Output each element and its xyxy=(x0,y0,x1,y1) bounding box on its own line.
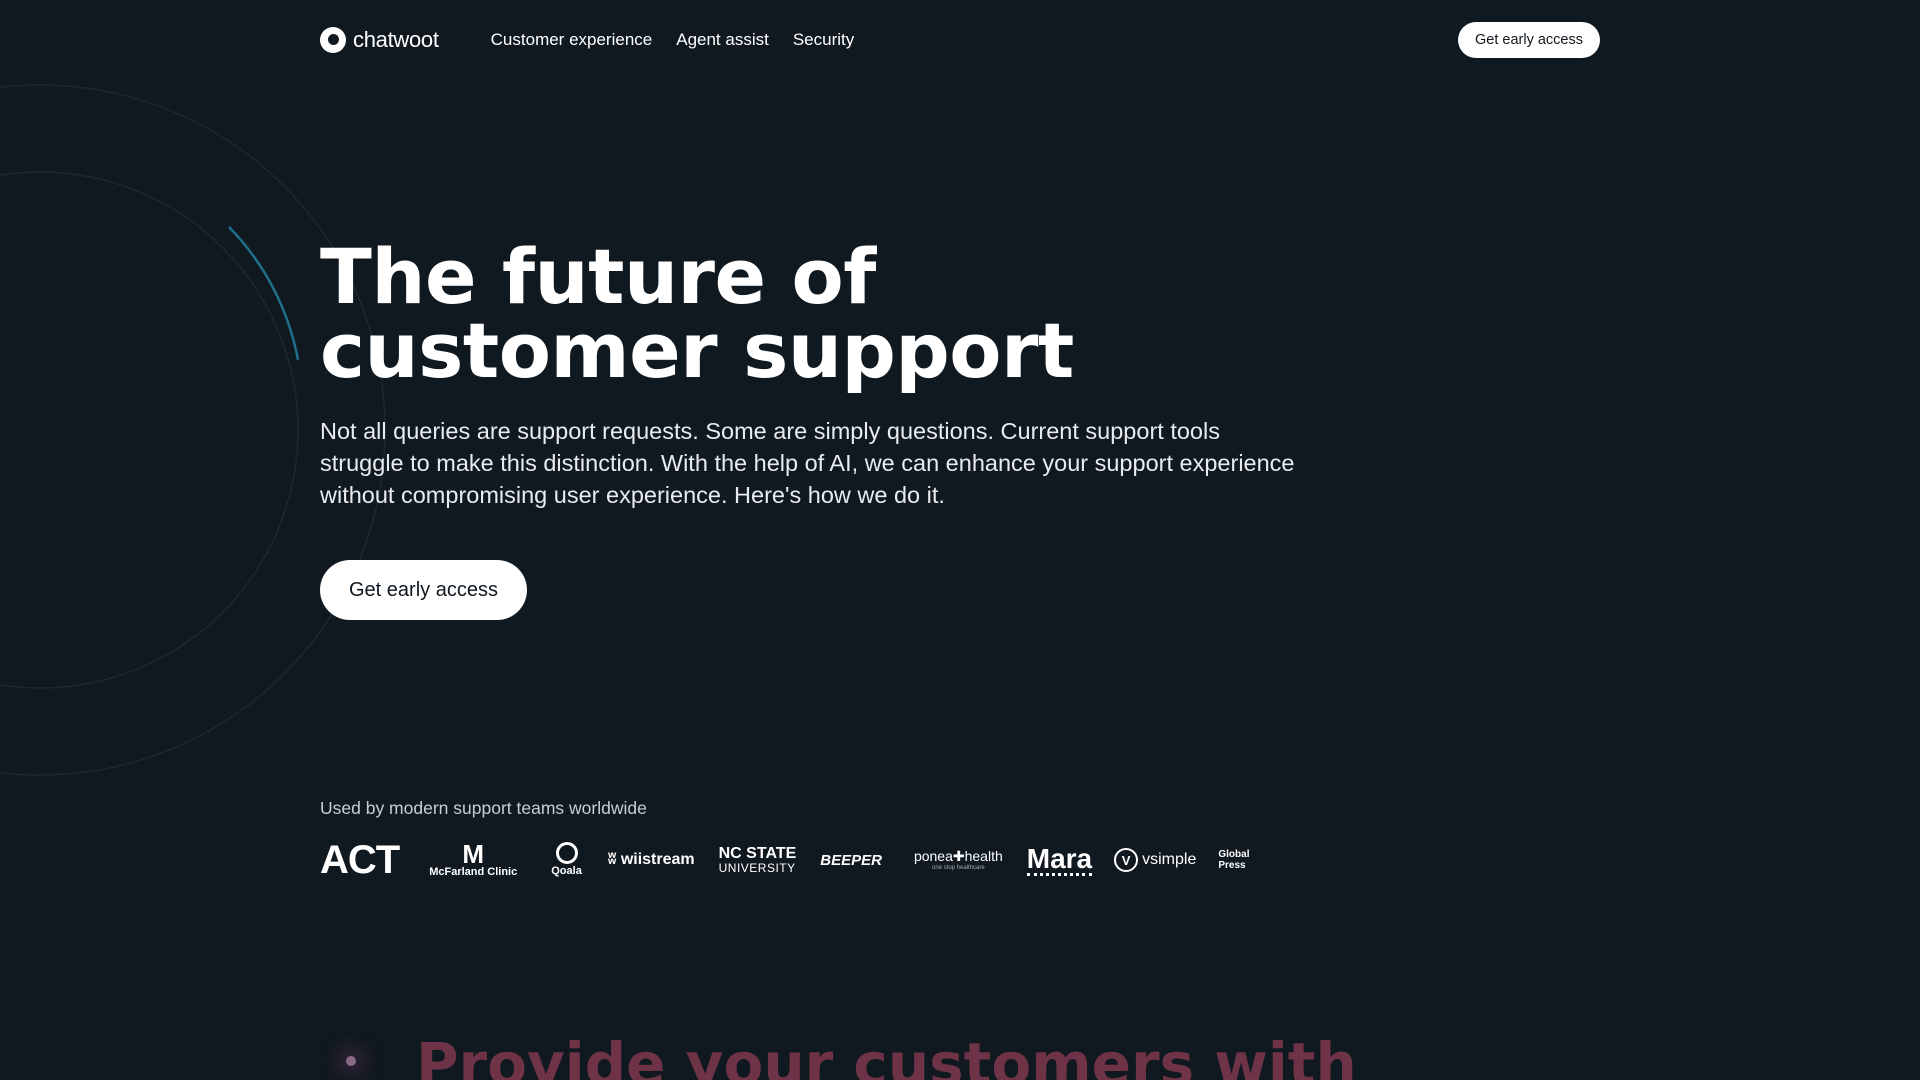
qoala-mark-icon xyxy=(555,842,578,864)
ponea-health-text: ponea✚health xyxy=(913,847,1003,864)
background-arc-decoration xyxy=(0,84,386,776)
next-section-heading: Provide your customers with xyxy=(416,1030,1357,1080)
wiistream-logo: ʬ wiistream xyxy=(608,851,695,869)
qoala-logo: Qoala xyxy=(551,842,582,878)
mcfarland-text: McFarland Clinic xyxy=(429,865,518,878)
hero-title: The future of customer support xyxy=(320,232,1220,395)
section-dot-icon xyxy=(346,1056,356,1066)
top-navigation: chatwoot Customer experience Agent assis… xyxy=(320,22,1600,58)
chatwoot-logo-icon xyxy=(320,27,346,53)
logos-caption: Used by modern support teams worldwide xyxy=(320,798,647,818)
nc-state-subtext: UNIVERSITY xyxy=(718,861,796,875)
wiistream-text: wiistream xyxy=(620,851,695,868)
nav-get-early-access-button[interactable]: Get early access xyxy=(1458,22,1600,58)
beeper-logo: BEEPER xyxy=(820,851,882,869)
hero-title-line-1: The future of xyxy=(320,232,876,321)
nav-link-security[interactable]: Security xyxy=(793,30,854,50)
qoala-text: Qoala xyxy=(551,865,582,877)
customer-logos-strip: ACT M McFarland Clinic Qoala ʬ wiistream… xyxy=(320,838,1260,882)
nc-state-text: NC STATE xyxy=(718,845,797,862)
vsimple-mark-icon: V xyxy=(1114,848,1139,872)
global-press-text-2: Press xyxy=(1218,860,1246,871)
hero-subtitle: Not all queries are support requests. So… xyxy=(320,418,1295,508)
mcfarland-clinic-logo: M McFarland Clinic xyxy=(429,838,518,879)
nav-link-agent-assist[interactable]: Agent assist xyxy=(676,30,769,50)
ponea-health-logo: ponea✚health one stop healthcare xyxy=(913,847,1003,872)
mara-logo: Mara xyxy=(1026,842,1093,876)
ponea-health-tagline: one stop healthcare xyxy=(931,864,985,871)
brand-name: chatwoot xyxy=(353,27,439,52)
nav-link-customer-experience[interactable]: Customer experience xyxy=(491,30,653,50)
hero-get-early-access-button[interactable]: Get early access xyxy=(320,560,527,620)
vsimple-text: vsimple xyxy=(1142,851,1197,868)
nav-links: Customer experience Agent assist Securit… xyxy=(491,30,855,50)
hero-title-line-2: customer support xyxy=(320,306,1074,395)
act-logo: ACT xyxy=(320,837,400,882)
global-press-logo: Global Press xyxy=(1218,849,1249,871)
mcfarland-mark: M xyxy=(462,838,485,869)
wiistream-mark-icon: ʬ xyxy=(607,851,621,868)
global-press-text-1: Global xyxy=(1218,849,1250,860)
vsimple-logo: V vsimple xyxy=(1114,848,1196,872)
nc-state-logo: NC STATE UNIVERSITY xyxy=(719,845,797,875)
brand-logo[interactable]: chatwoot xyxy=(320,27,439,53)
